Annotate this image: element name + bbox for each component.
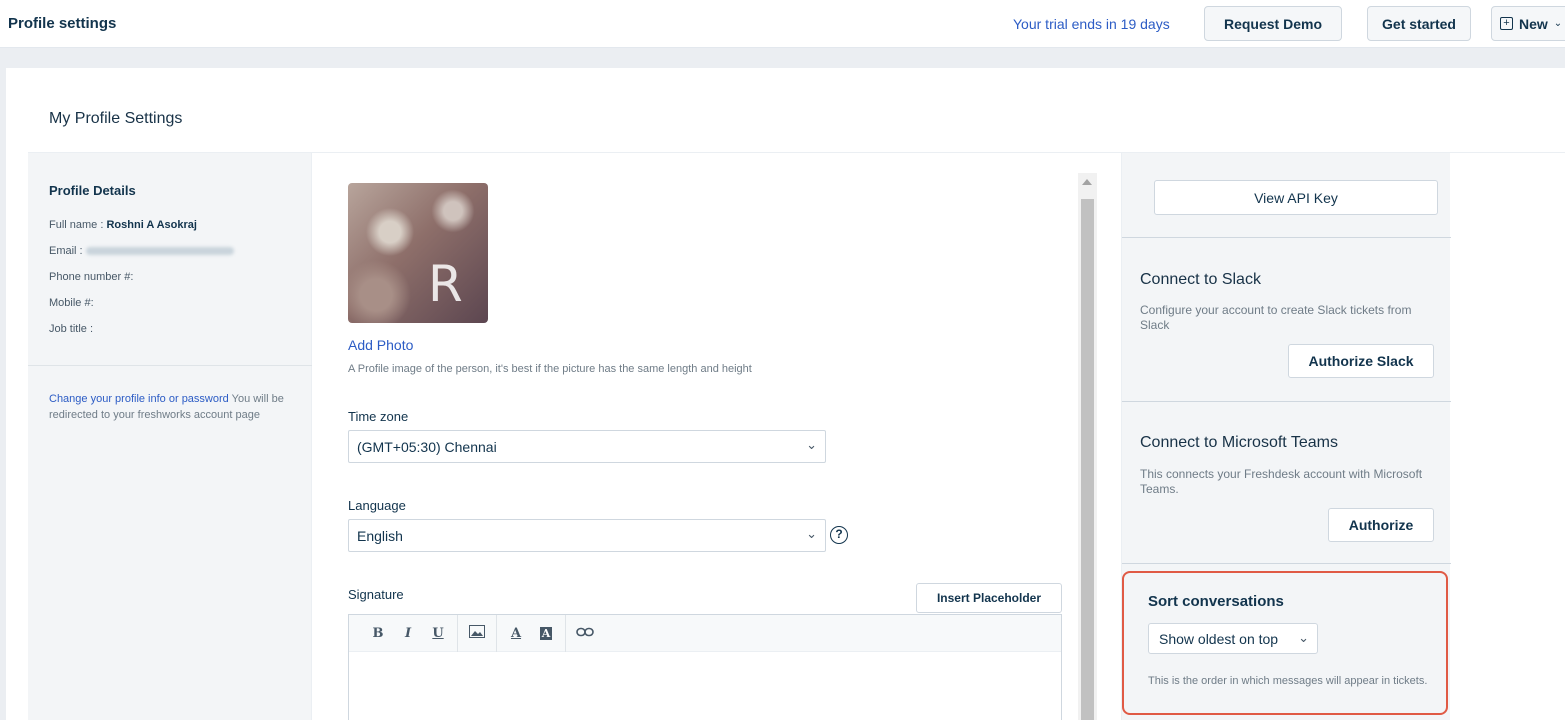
full-name-row: Full name : Roshni A Asokraj [49, 219, 197, 231]
signature-label: Signature [348, 587, 404, 602]
panel-divider [1122, 237, 1451, 238]
slack-description: Configure your account to create Slack t… [1140, 303, 1412, 332]
timezone-label: Time zone [348, 409, 409, 424]
new-button[interactable]: + New ⌄ [1491, 6, 1565, 41]
sort-conversations-description: This is the order in which messages will… [1148, 675, 1428, 687]
avatar-letter: R [428, 255, 463, 313]
form-scrollbar[interactable] [1078, 173, 1097, 720]
help-circle-icon[interactable]: ? [830, 526, 848, 544]
new-button-label: New [1519, 15, 1548, 32]
link-icon[interactable] [570, 626, 600, 641]
editor-toolbar: B I U A A [349, 614, 1061, 652]
panel-divider [1122, 401, 1451, 402]
scroll-up-arrow-icon[interactable] [1082, 179, 1092, 185]
plus-box-icon: + [1500, 17, 1513, 30]
profile-details-sidebar: Profile Details Full name : Roshni A Aso… [28, 153, 312, 720]
photo-hint: A Profile image of the person, it's best… [348, 363, 752, 375]
avatar[interactable]: R [348, 183, 488, 323]
teams-title: Connect to Microsoft Teams [1140, 434, 1339, 451]
chevron-down-icon: ⌄ [1298, 630, 1309, 645]
job-title-label: Job title : [49, 323, 94, 335]
language-value: English [357, 528, 403, 544]
insert-image-icon[interactable] [462, 624, 492, 642]
sort-conversations-section: Sort conversations Show oldest on top ⌄ … [1122, 571, 1448, 715]
integrations-panel: View API Key Connect to Slack Configure … [1121, 153, 1451, 720]
chevron-down-icon: ⌄ [806, 437, 817, 452]
panel-divider [1122, 563, 1451, 564]
mobile-label: Mobile #: [49, 297, 94, 309]
full-name-value: Roshni A Asokraj [106, 219, 197, 231]
sort-conversations-title: Sort conversations [1148, 593, 1284, 610]
slack-title: Connect to Slack [1140, 271, 1261, 288]
toolbar-separator [457, 614, 458, 652]
request-demo-button[interactable]: Request Demo [1204, 6, 1342, 41]
profile-settings-card: My Profile Settings Profile Details Full… [6, 68, 1565, 720]
toolbar-separator [565, 614, 566, 652]
profile-details-title: Profile Details [49, 183, 136, 198]
page-title: Profile settings [8, 15, 117, 32]
email-row: Email : [49, 245, 234, 257]
font-color-button[interactable]: A [501, 626, 531, 641]
toolbar-separator [496, 614, 497, 652]
email-label: Email : [49, 245, 86, 257]
bold-button[interactable]: B [363, 626, 393, 641]
background-color-button[interactable]: A [531, 626, 561, 641]
authorize-slack-button[interactable]: Authorize Slack [1288, 344, 1434, 378]
view-api-key-button[interactable]: View API Key [1154, 180, 1438, 215]
bg-color-glyph: A [539, 626, 553, 640]
language-select[interactable]: English ⌄ [348, 519, 826, 552]
change-profile-help: Change your profile info or password You… [49, 391, 294, 423]
get-started-button[interactable]: Get started [1367, 6, 1471, 41]
teams-description: This connects your Freshdesk account wit… [1140, 467, 1423, 496]
underline-button[interactable]: U [423, 626, 453, 641]
add-photo-link[interactable]: Add Photo [348, 337, 413, 353]
card-title: My Profile Settings [49, 110, 183, 127]
language-label: Language [348, 498, 406, 513]
change-profile-link[interactable]: Change your profile info or password [49, 393, 229, 405]
sort-order-value: Show oldest on top [1159, 631, 1279, 647]
authorize-teams-button[interactable]: Authorize [1328, 508, 1434, 542]
phone-label: Phone number #: [49, 271, 134, 283]
chevron-down-icon: ⌄ [1553, 18, 1563, 29]
timezone-select[interactable]: (GMT+05:30) Chennai ⌄ [348, 430, 826, 463]
full-name-label: Full name : [49, 219, 107, 231]
scroll-thumb[interactable] [1081, 199, 1094, 720]
insert-placeholder-button[interactable]: Insert Placeholder [916, 583, 1062, 613]
italic-button[interactable]: I [393, 626, 423, 641]
timezone-value: (GMT+05:30) Chennai [357, 439, 497, 455]
trial-notice-link[interactable]: Your trial ends in 19 days [1013, 16, 1170, 32]
sort-order-select[interactable]: Show oldest on top ⌄ [1148, 623, 1318, 654]
signature-editor[interactable]: B I U A A [348, 614, 1062, 720]
top-header: Profile settings Your trial ends in 19 d… [0, 0, 1565, 48]
chevron-down-icon: ⌄ [806, 526, 817, 541]
email-value-redacted [85, 247, 234, 256]
sidebar-divider [28, 365, 312, 366]
